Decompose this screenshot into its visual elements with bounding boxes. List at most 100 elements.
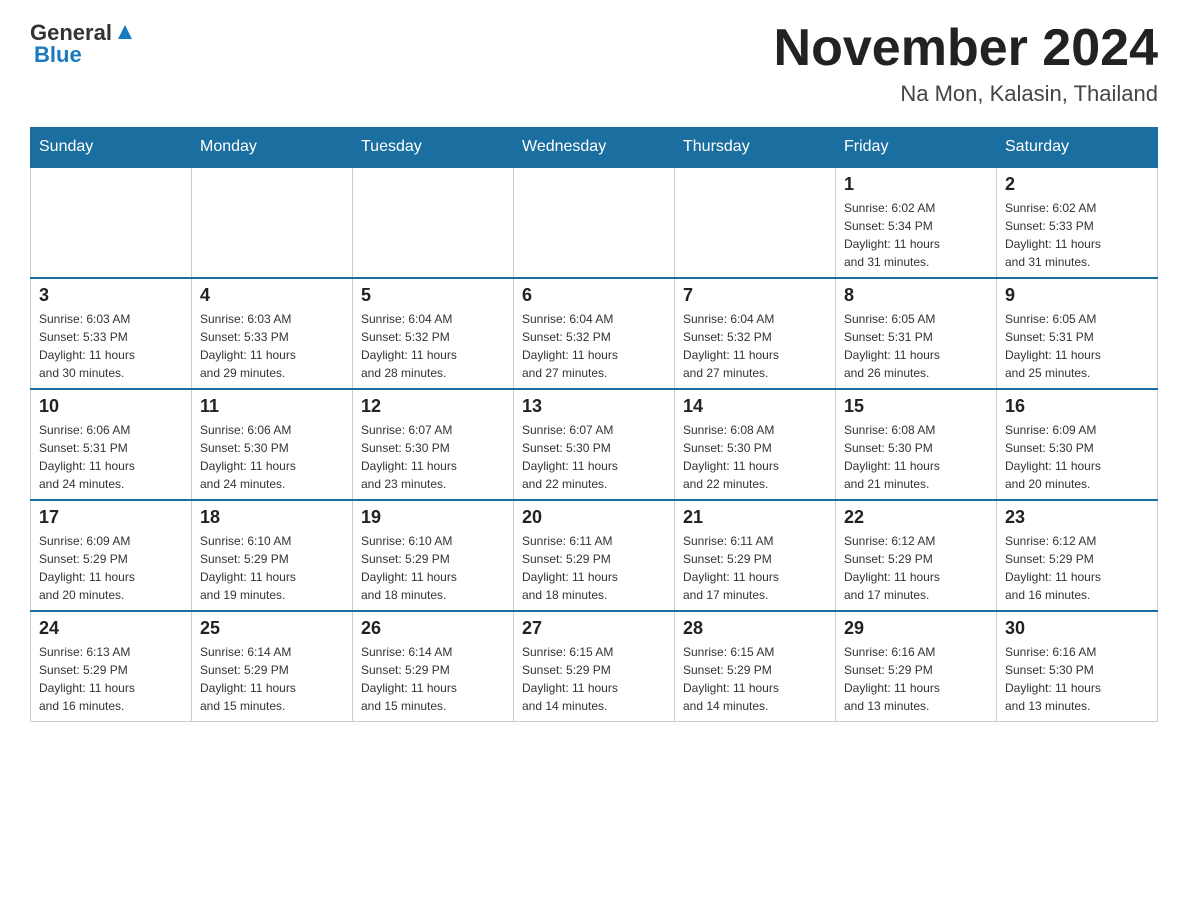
day-number: 2 [1005, 174, 1149, 195]
day-info: Sunrise: 6:02 AMSunset: 5:33 PMDaylight:… [1005, 199, 1149, 271]
day-number: 18 [200, 507, 344, 528]
day-number: 25 [200, 618, 344, 639]
logo-blue: Blue [34, 42, 82, 68]
calendar-cell [192, 167, 353, 278]
day-number: 30 [1005, 618, 1149, 639]
page-header: General Blue November 2024 Na Mon, Kalas… [30, 20, 1158, 107]
calendar-cell: 24Sunrise: 6:13 AMSunset: 5:29 PMDayligh… [31, 611, 192, 722]
logo-triangle-icon [114, 21, 136, 43]
calendar-cell: 4Sunrise: 6:03 AMSunset: 5:33 PMDaylight… [192, 278, 353, 389]
calendar-cell: 21Sunrise: 6:11 AMSunset: 5:29 PMDayligh… [675, 500, 836, 611]
day-info: Sunrise: 6:15 AMSunset: 5:29 PMDaylight:… [683, 643, 827, 715]
day-number: 19 [361, 507, 505, 528]
calendar-cell: 9 Sunrise: 6:05 AMSunset: 5:31 PMDaylight… [997, 278, 1158, 389]
day-number: 24 [39, 618, 183, 639]
day-number: 28 [683, 618, 827, 639]
title-section: November 2024 Na Mon, Kalasin, Thailand [774, 20, 1158, 107]
calendar-cell: 3 Sunrise: 6:03 AMSunset: 5:33 PMDaylight… [31, 278, 192, 389]
day-info: Sunrise: 6:08 AMSunset: 5:30 PMDaylight:… [844, 421, 988, 493]
day-number: 5 [361, 285, 505, 306]
day-info: Sunrise: 6:10 AMSunset: 5:29 PMDaylight:… [361, 532, 505, 604]
calendar-cell [353, 167, 514, 278]
day-number: 17 [39, 507, 183, 528]
day-info: Sunrise: 6:16 AMSunset: 5:30 PMDaylight:… [1005, 643, 1149, 715]
calendar-cell: 26 Sunrise: 6:14 AMSunset: 5:29 PMDayligh… [353, 611, 514, 722]
day-info: Sunrise: 6:05 AMSunset: 5:31 PMDaylight:… [1005, 310, 1149, 382]
day-info: Sunrise: 6:06 AMSunset: 5:31 PMDaylight:… [39, 421, 183, 493]
day-number: 20 [522, 507, 666, 528]
day-info: Sunrise: 6:04 AMSunset: 5:32 PMDaylight:… [683, 310, 827, 382]
calendar-cell: 16 Sunrise: 6:09 AMSunset: 5:30 PMDayligh… [997, 389, 1158, 500]
logo: General Blue [30, 20, 136, 68]
week-row-4: 17 Sunrise: 6:09 AMSunset: 5:29 PMDayligh… [31, 500, 1158, 611]
day-number: 22 [844, 507, 988, 528]
calendar-cell: 6Sunrise: 6:04 AMSunset: 5:32 PMDaylight… [514, 278, 675, 389]
day-info: Sunrise: 6:10 AMSunset: 5:29 PMDaylight:… [200, 532, 344, 604]
calendar-cell: 14 Sunrise: 6:08 AMSunset: 5:30 PMDayligh… [675, 389, 836, 500]
calendar-cell: 27Sunrise: 6:15 AMSunset: 5:29 PMDayligh… [514, 611, 675, 722]
calendar-cell: 22Sunrise: 6:12 AMSunset: 5:29 PMDayligh… [836, 500, 997, 611]
day-number: 8 [844, 285, 988, 306]
calendar-cell: 18 Sunrise: 6:10 AMSunset: 5:29 PMDayligh… [192, 500, 353, 611]
calendar-table: SundayMondayTuesdayWednesdayThursdayFrid… [30, 127, 1158, 722]
day-number: 6 [522, 285, 666, 306]
day-info: Sunrise: 6:14 AMSunset: 5:29 PMDaylight:… [361, 643, 505, 715]
day-number: 10 [39, 396, 183, 417]
day-info: Sunrise: 6:03 AMSunset: 5:33 PMDaylight:… [39, 310, 183, 382]
day-info: Sunrise: 6:12 AMSunset: 5:29 PMDaylight:… [1005, 532, 1149, 604]
calendar-cell: 11 Sunrise: 6:06 AMSunset: 5:30 PMDayligh… [192, 389, 353, 500]
location: Na Mon, Kalasin, Thailand [774, 81, 1158, 107]
calendar-cell: 2 Sunrise: 6:02 AMSunset: 5:33 PMDaylight… [997, 167, 1158, 278]
day-number: 21 [683, 507, 827, 528]
day-info: Sunrise: 6:03 AMSunset: 5:33 PMDaylight:… [200, 310, 344, 382]
calendar-cell: 10 Sunrise: 6:06 AMSunset: 5:31 PMDayligh… [31, 389, 192, 500]
calendar-cell [514, 167, 675, 278]
day-info: Sunrise: 6:02 AMSunset: 5:34 PMDaylight:… [844, 199, 988, 271]
day-number: 12 [361, 396, 505, 417]
calendar-cell: 1 Sunrise: 6:02 AMSunset: 5:34 PMDaylight… [836, 167, 997, 278]
calendar-cell: 13Sunrise: 6:07 AMSunset: 5:30 PMDayligh… [514, 389, 675, 500]
calendar-cell: 29 Sunrise: 6:16 AMSunset: 5:29 PMDayligh… [836, 611, 997, 722]
calendar-cell: 7 Sunrise: 6:04 AMSunset: 5:32 PMDaylight… [675, 278, 836, 389]
calendar-cell: 15 Sunrise: 6:08 AMSunset: 5:30 PMDayligh… [836, 389, 997, 500]
day-number: 11 [200, 396, 344, 417]
day-number: 7 [683, 285, 827, 306]
calendar-cell: 19 Sunrise: 6:10 AMSunset: 5:29 PMDayligh… [353, 500, 514, 611]
day-number: 29 [844, 618, 988, 639]
calendar-cell: 20 Sunrise: 6:11 AMSunset: 5:29 PMDayligh… [514, 500, 675, 611]
day-number: 23 [1005, 507, 1149, 528]
week-row-3: 10 Sunrise: 6:06 AMSunset: 5:31 PMDayligh… [31, 389, 1158, 500]
day-number: 16 [1005, 396, 1149, 417]
column-header-thursday: Thursday [675, 128, 836, 168]
day-number: 26 [361, 618, 505, 639]
day-info: Sunrise: 6:07 AMSunset: 5:30 PMDaylight:… [361, 421, 505, 493]
calendar-cell [31, 167, 192, 278]
calendar-cell: 28 Sunrise: 6:15 AMSunset: 5:29 PMDayligh… [675, 611, 836, 722]
calendar-cell: 25 Sunrise: 6:14 AMSunset: 5:29 PMDayligh… [192, 611, 353, 722]
month-title: November 2024 [774, 20, 1158, 77]
day-info: Sunrise: 6:16 AMSunset: 5:29 PMDaylight:… [844, 643, 988, 715]
day-info: Sunrise: 6:08 AMSunset: 5:30 PMDaylight:… [683, 421, 827, 493]
day-number: 9 [1005, 285, 1149, 306]
day-info: Sunrise: 6:14 AMSunset: 5:29 PMDaylight:… [200, 643, 344, 715]
day-number: 14 [683, 396, 827, 417]
column-header-friday: Friday [836, 128, 997, 168]
day-info: Sunrise: 6:04 AMSunset: 5:32 PMDaylight:… [361, 310, 505, 382]
calendar-cell: 12 Sunrise: 6:07 AMSunset: 5:30 PMDayligh… [353, 389, 514, 500]
day-info: Sunrise: 6:07 AMSunset: 5:30 PMDaylight:… [522, 421, 666, 493]
week-row-1: 1 Sunrise: 6:02 AMSunset: 5:34 PMDaylight… [31, 167, 1158, 278]
calendar-cell: 8 Sunrise: 6:05 AMSunset: 5:31 PMDaylight… [836, 278, 997, 389]
day-number: 1 [844, 174, 988, 195]
day-number: 15 [844, 396, 988, 417]
day-info: Sunrise: 6:09 AMSunset: 5:29 PMDaylight:… [39, 532, 183, 604]
day-number: 3 [39, 285, 183, 306]
day-info: Sunrise: 6:05 AMSunset: 5:31 PMDaylight:… [844, 310, 988, 382]
calendar-cell: 17 Sunrise: 6:09 AMSunset: 5:29 PMDayligh… [31, 500, 192, 611]
day-info: Sunrise: 6:09 AMSunset: 5:30 PMDaylight:… [1005, 421, 1149, 493]
day-info: Sunrise: 6:06 AMSunset: 5:30 PMDaylight:… [200, 421, 344, 493]
day-number: 27 [522, 618, 666, 639]
calendar-cell: 30 Sunrise: 6:16 AMSunset: 5:30 PMDayligh… [997, 611, 1158, 722]
day-info: Sunrise: 6:11 AMSunset: 5:29 PMDaylight:… [522, 532, 666, 604]
calendar-cell: 5 Sunrise: 6:04 AMSunset: 5:32 PMDaylight… [353, 278, 514, 389]
column-header-tuesday: Tuesday [353, 128, 514, 168]
